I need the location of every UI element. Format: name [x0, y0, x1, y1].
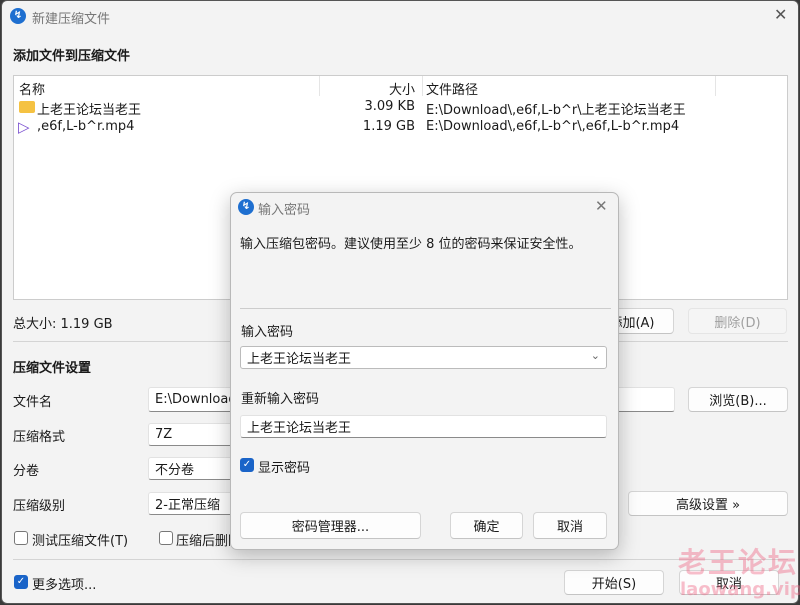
table-row[interactable]: ▷ ,e6f,L-b^r.mp4 1.19 GB E:\Download\,e6…: [14, 118, 787, 138]
column-size[interactable]: 大小: [389, 79, 415, 98]
video-file-icon: ▷: [18, 118, 30, 136]
chevron-down-icon[interactable]: ⌄: [591, 349, 600, 362]
more-options-checkbox[interactable]: ✓: [14, 575, 28, 589]
advanced-settings-button[interactable]: 高级设置 »: [628, 491, 788, 516]
start-button[interactable]: 开始(S): [564, 570, 664, 595]
watermark-logo: 老王论坛: [678, 546, 799, 579]
settings-heading: 压缩文件设置: [13, 361, 92, 376]
folder-icon: [19, 101, 35, 113]
confirm-password-input[interactable]: 上老王论坛当老王: [240, 415, 607, 438]
show-password-checkbox[interactable]: ✓: [240, 458, 254, 472]
password-label: 输入密码: [241, 325, 294, 340]
more-options-label[interactable]: 更多选项...: [32, 574, 96, 593]
show-password-label[interactable]: 显示密码: [258, 457, 310, 476]
section-heading: 添加文件到压缩文件: [13, 49, 131, 64]
password-dialog: ↯ 输入密码 ✕ 输入压缩包密码。建议使用至少 8 位的密码来保证安全性。 输入…: [230, 192, 619, 550]
app-logo-icon: ↯: [238, 199, 254, 215]
delete-button[interactable]: 删除(D): [688, 308, 787, 334]
row-name: ,e6f,L-b^r.mp4: [37, 119, 135, 134]
password-manager-button[interactable]: 密码管理器...: [240, 512, 421, 539]
row-path: E:\Download\,e6f,L-b^r\,e6f,L-b^r.mp4: [426, 119, 680, 134]
window-title: 新建压缩文件: [32, 12, 111, 27]
filename-label: 文件名: [13, 395, 53, 410]
column-name[interactable]: 名称: [19, 79, 45, 98]
row-name: 上老王论坛当老王: [37, 103, 142, 118]
total-size: 总大小: 1.19 GB: [13, 317, 113, 332]
table-row[interactable]: 上老王论坛当老王 3.09 KB E:\Download\,e6f,L-b^r\…: [14, 98, 787, 118]
test-archive-checkbox[interactable]: [14, 531, 28, 545]
row-size: 3.09 KB: [364, 99, 415, 114]
close-icon[interactable]: ✕: [595, 197, 608, 215]
password-value: 上老王论坛当老王: [247, 352, 352, 367]
confirm-password-label: 重新输入密码: [241, 392, 320, 407]
dialog-description: 输入压缩包密码。建议使用至少 8 位的密码来保证安全性。: [240, 237, 582, 252]
close-icon[interactable]: ✕: [774, 5, 787, 24]
app-logo-icon: ↯: [10, 8, 26, 24]
delete-after-checkbox[interactable]: [159, 531, 173, 545]
watermark-url: laowang.vip: [680, 579, 800, 600]
level-label: 压缩级别: [13, 499, 66, 514]
format-label: 压缩格式: [13, 430, 66, 445]
dialog-cancel-button[interactable]: 取消: [533, 512, 607, 539]
split-label: 分卷: [13, 464, 40, 479]
test-archive-label[interactable]: 测试压缩文件(T): [32, 530, 128, 549]
password-combobox[interactable]: 上老王论坛当老王 ⌄: [240, 346, 607, 369]
browse-button[interactable]: 浏览(B)...: [688, 387, 788, 412]
column-path[interactable]: 文件路径: [426, 79, 478, 98]
row-path: E:\Download\,e6f,L-b^r\上老王论坛当老王: [426, 103, 686, 118]
ok-button[interactable]: 确定: [450, 512, 523, 539]
row-size: 1.19 GB: [362, 119, 415, 134]
dialog-title: 输入密码: [258, 203, 311, 218]
